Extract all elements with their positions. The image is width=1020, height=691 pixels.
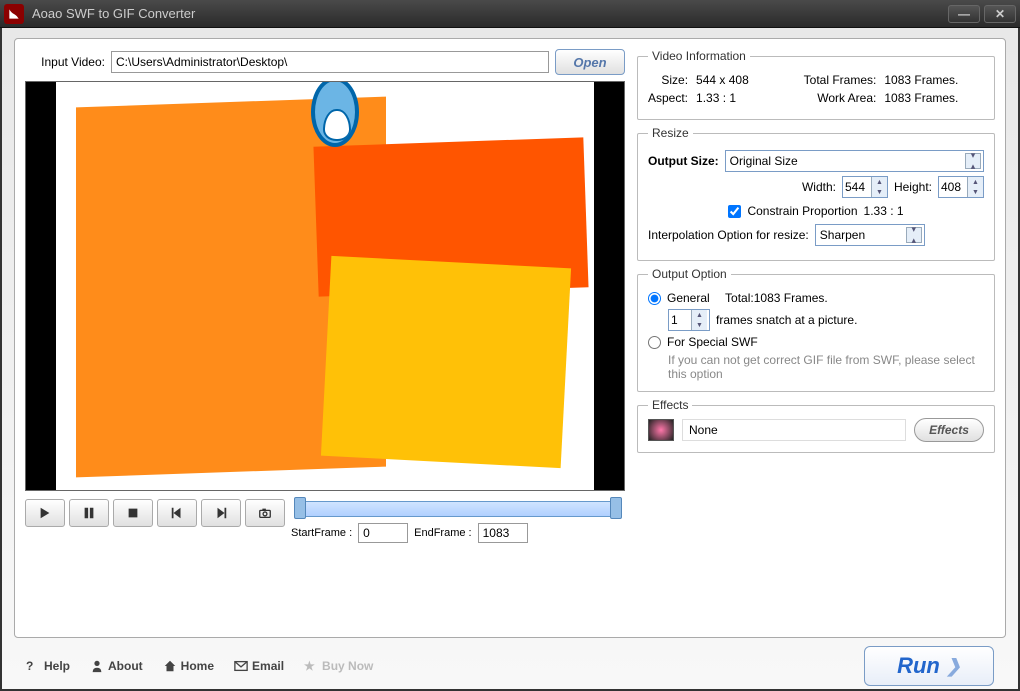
video-info-legend: Video Information <box>648 49 750 63</box>
general-total: Total:1083 Frames. <box>725 291 828 305</box>
special-radio[interactable] <box>648 336 661 349</box>
next-frame-button[interactable] <box>201 499 241 527</box>
resize-group: Resize Output Size: Original Size ▾▴ Wid… <box>637 126 995 261</box>
snapshot-button[interactable] <box>245 499 285 527</box>
aspect-label: Aspect: <box>648 91 688 105</box>
about-link[interactable]: About <box>90 659 143 673</box>
pause-button[interactable] <box>69 499 109 527</box>
range-end-handle[interactable] <box>610 497 622 519</box>
effects-legend: Effects <box>648 398 692 412</box>
effect-thumbnail <box>648 419 674 441</box>
height-spinner[interactable]: ▲▼ <box>938 176 984 198</box>
video-info-group: Video Information Size: 544 x 408 Total … <box>637 49 995 120</box>
end-frame-label: EndFrame : <box>414 527 471 539</box>
range-start-handle[interactable] <box>294 497 306 519</box>
size-label: Size: <box>648 73 688 87</box>
effect-current: None <box>682 419 906 441</box>
spin-down-icon[interactable]: ▼ <box>692 320 707 330</box>
start-frame-label: StartFrame : <box>291 527 352 539</box>
aspect-value: 1.33 : 1 <box>696 91 796 105</box>
stop-button[interactable] <box>113 499 153 527</box>
prev-frame-button[interactable] <box>157 499 197 527</box>
size-value: 544 x 408 <box>696 73 796 87</box>
width-input[interactable] <box>843 177 871 197</box>
help-link[interactable]: ? Help <box>26 659 70 673</box>
home-link[interactable]: Home <box>163 659 214 673</box>
general-label: General <box>667 291 710 305</box>
resize-legend: Resize <box>648 126 693 140</box>
minimize-button[interactable]: — <box>948 5 980 23</box>
spin-down-icon[interactable]: ▼ <box>968 187 983 197</box>
width-label: Width: <box>802 180 836 194</box>
output-option-legend: Output Option <box>648 267 731 281</box>
constrain-checkbox[interactable] <box>728 205 741 218</box>
video-preview <box>25 81 625 491</box>
spin-down-icon[interactable]: ▼ <box>872 187 887 197</box>
input-video-field[interactable] <box>111 51 549 73</box>
home-icon <box>163 659 177 673</box>
general-radio[interactable] <box>648 292 661 305</box>
window-title: Aoao SWF to GIF Converter <box>32 6 948 21</box>
snatch-input[interactable] <box>669 310 691 330</box>
open-button[interactable]: Open <box>555 49 625 75</box>
effects-button[interactable]: Effects <box>914 418 984 442</box>
about-icon <box>90 659 104 673</box>
end-frame-input[interactable] <box>478 523 528 543</box>
height-input[interactable] <box>939 177 967 197</box>
dropdown-icon: ▾▴ <box>906 227 922 243</box>
interpolation-value: Sharpen <box>820 228 865 242</box>
work-area-label: Work Area: <box>804 91 877 105</box>
spin-up-icon[interactable]: ▲ <box>968 177 983 187</box>
start-frame-input[interactable] <box>358 523 408 543</box>
special-hint: If you can not get correct GIF file from… <box>648 353 984 381</box>
height-label: Height: <box>894 180 932 194</box>
width-spinner[interactable]: ▲▼ <box>842 176 888 198</box>
snatch-spinner[interactable]: ▲▼ <box>668 309 710 331</box>
effects-group: Effects None Effects <box>637 398 995 453</box>
special-label: For Special SWF <box>667 335 758 349</box>
star-icon: ★ <box>304 659 318 673</box>
dropdown-icon: ▾▴ <box>965 153 981 169</box>
input-video-label: Input Video: <box>25 55 105 69</box>
close-button[interactable]: ✕ <box>984 5 1016 23</box>
work-area-value: 1083 Frames. <box>884 91 984 105</box>
spin-up-icon[interactable]: ▲ <box>872 177 887 187</box>
app-icon <box>4 4 24 24</box>
constrain-label: Constrain Proportion <box>747 204 857 218</box>
email-icon <box>234 659 248 673</box>
output-size-label: Output Size: <box>648 154 719 168</box>
email-link[interactable]: Email <box>234 659 284 673</box>
snatch-label: frames snatch at a picture. <box>716 313 857 327</box>
range-slider[interactable] <box>297 501 619 517</box>
play-button[interactable] <box>25 499 65 527</box>
interpolation-combo[interactable]: Sharpen ▾▴ <box>815 224 925 246</box>
help-icon: ? <box>26 659 40 673</box>
arrow-right-icon: ❯ <box>946 656 961 677</box>
output-size-combo[interactable]: Original Size ▾▴ <box>725 150 984 172</box>
total-frames-label: Total Frames: <box>804 73 877 87</box>
output-size-value: Original Size <box>730 154 798 168</box>
output-option-group: Output Option General Total:1083 Frames.… <box>637 267 995 392</box>
buy-now-link[interactable]: ★ Buy Now <box>304 659 373 673</box>
titlebar: Aoao SWF to GIF Converter — ✕ <box>0 0 1020 28</box>
spin-up-icon[interactable]: ▲ <box>692 310 707 320</box>
total-frames-value: 1083 Frames. <box>884 73 984 87</box>
constrain-ratio: 1.33 : 1 <box>864 204 904 218</box>
interpolation-label: Interpolation Option for resize: <box>648 228 809 242</box>
run-button[interactable]: Run ❯ <box>864 646 994 686</box>
